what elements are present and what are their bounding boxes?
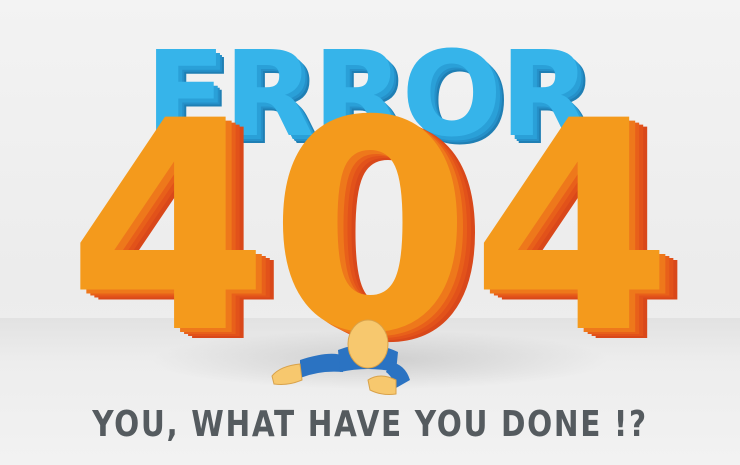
head bbox=[347, 319, 389, 369]
error-404-illustration: ERROR ERROR ERROR ERROR 404 404 404 404 … bbox=[67, 25, 690, 407]
tagline: YOU, WHAT HAVE YOU DONE !? bbox=[92, 404, 648, 445]
